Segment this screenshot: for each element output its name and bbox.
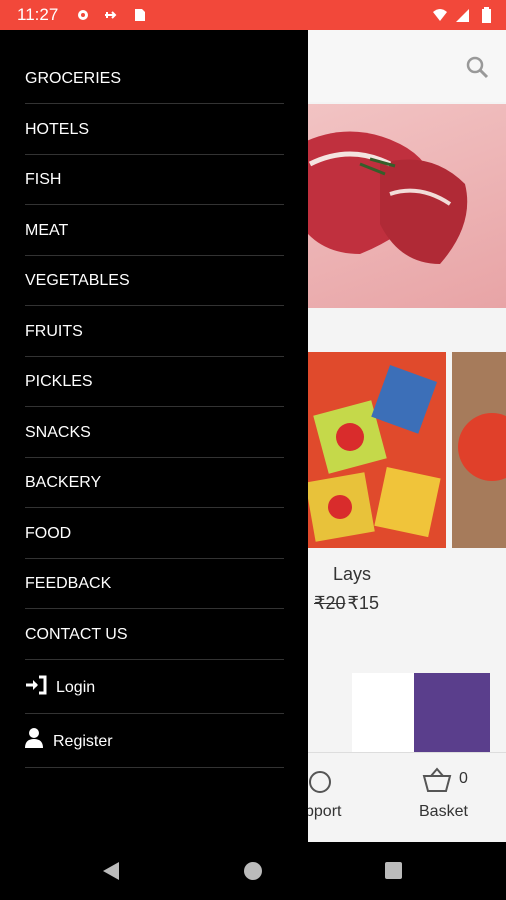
system-nav-bar bbox=[0, 842, 506, 900]
drawer-item-hotels[interactable]: HOTELS bbox=[25, 104, 284, 155]
basket-label[interactable]: Basket bbox=[419, 803, 468, 821]
drawer-item-food[interactable]: FOOD bbox=[25, 508, 284, 559]
back-icon[interactable] bbox=[101, 861, 121, 881]
navigation-drawer: GROCERIES HOTELS FISH MEAT VEGETABLES FR… bbox=[0, 30, 308, 842]
drawer-item-pickles[interactable]: PICKLES bbox=[25, 356, 284, 407]
user-icon bbox=[25, 728, 43, 748]
search-icon[interactable] bbox=[464, 54, 490, 80]
drawer-item-register[interactable]: Register bbox=[25, 713, 284, 768]
promo-banner[interactable] bbox=[352, 673, 490, 757]
drawer-item-vegetables[interactable]: VEGETABLES bbox=[25, 255, 284, 306]
old-price: ₹20 bbox=[314, 593, 346, 613]
login-label: Login bbox=[56, 679, 96, 696]
drawer-item-label: FISH bbox=[25, 171, 62, 188]
drawer-item-label: SNACKS bbox=[25, 424, 91, 441]
product-card-lays[interactable] bbox=[300, 352, 446, 548]
drawer-item-backery[interactable]: BACKERY bbox=[25, 457, 284, 508]
product-card-tomato[interactable] bbox=[452, 352, 506, 548]
meat-image bbox=[300, 131, 468, 264]
drawer-item-label: VEGETABLES bbox=[25, 272, 130, 289]
drawer-item-snacks[interactable]: SNACKS bbox=[25, 407, 284, 458]
lays-image bbox=[300, 352, 446, 548]
drawer-item-label: FOOD bbox=[25, 525, 72, 542]
drawer-item-label: BACKERY bbox=[25, 474, 102, 491]
signal-icon bbox=[456, 9, 469, 22]
drawer-item-contact-us[interactable]: CONTACT US bbox=[25, 609, 284, 660]
register-label: Register bbox=[53, 733, 113, 750]
product-price: ₹20 ₹15 bbox=[314, 593, 379, 614]
support-label[interactable]: pport bbox=[305, 803, 341, 821]
drawer-item-label: FEEDBACK bbox=[25, 575, 112, 592]
recents-icon[interactable] bbox=[385, 862, 402, 879]
meat-banner[interactable] bbox=[290, 104, 506, 308]
basket-count: 0 bbox=[459, 770, 468, 787]
tomato-image bbox=[452, 352, 506, 548]
drawer-item-groceries[interactable]: GROCERIES bbox=[25, 53, 284, 104]
drawer-item-label: HOTELS bbox=[25, 121, 90, 138]
basket-icon[interactable] bbox=[422, 767, 452, 793]
product-name: Lays bbox=[333, 564, 372, 584]
drawer-item-label: FRUITS bbox=[25, 323, 83, 340]
promo-graphic bbox=[414, 673, 490, 757]
support-icon[interactable] bbox=[305, 767, 335, 797]
drawer-item-label: PICKLES bbox=[25, 373, 93, 390]
sd-card-icon bbox=[135, 9, 145, 21]
drawer-item-label: CONTACT US bbox=[25, 626, 128, 643]
drawer-item-login[interactable]: Login bbox=[25, 659, 284, 714]
drawer-item-feedback[interactable]: FEEDBACK bbox=[25, 558, 284, 609]
drawer-item-fish[interactable]: FISH bbox=[25, 154, 284, 205]
drawer-item-label: MEAT bbox=[25, 222, 69, 239]
drawer-item-label: GROCERIES bbox=[25, 70, 122, 87]
drawer-item-meat[interactable]: MEAT bbox=[25, 205, 284, 256]
drawer-item-fruits[interactable]: FRUITS bbox=[25, 306, 284, 357]
usb-icon bbox=[105, 11, 117, 19]
status-bar: 11:27 bbox=[0, 0, 506, 30]
wifi-icon bbox=[433, 9, 447, 21]
home-icon[interactable] bbox=[244, 862, 262, 880]
status-time: 11:27 bbox=[17, 5, 59, 24]
current-price: ₹15 bbox=[347, 593, 379, 613]
battery-icon bbox=[482, 7, 491, 23]
settings-icon bbox=[78, 10, 88, 20]
login-icon bbox=[26, 675, 47, 695]
